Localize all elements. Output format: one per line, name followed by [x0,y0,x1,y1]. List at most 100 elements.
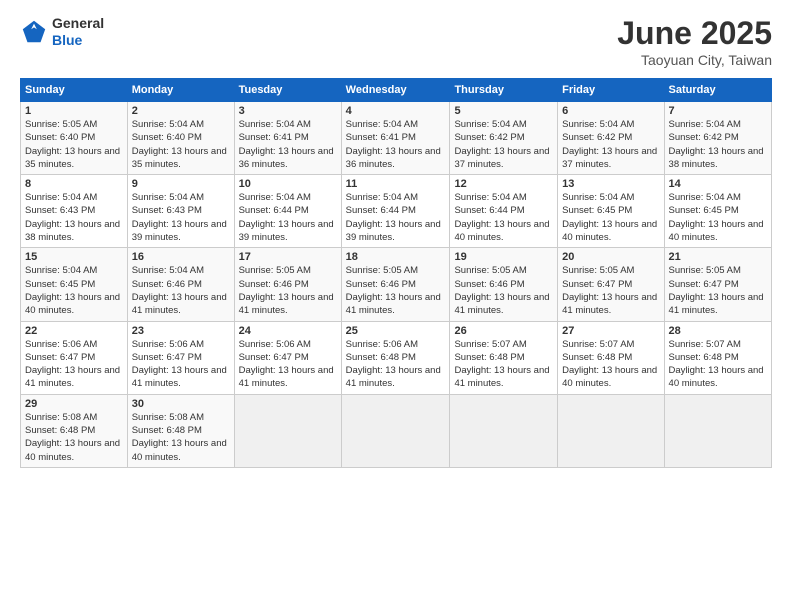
table-row: 3 Sunrise: 5:04 AM Sunset: 6:41 PM Dayli… [234,102,341,175]
day-number: 9 [132,178,230,190]
day-number: 19 [454,251,553,263]
table-row: 8 Sunrise: 5:04 AM Sunset: 6:43 PM Dayli… [21,175,128,248]
day-number: 27 [562,325,659,337]
day-number: 23 [132,325,230,337]
calendar-row: 22 Sunrise: 5:06 AM Sunset: 6:47 PM Dayl… [21,321,772,394]
logo-general-text: General [52,15,104,32]
day-info: Sunrise: 5:04 AM Sunset: 6:46 PM Dayligh… [132,264,230,317]
day-info: Sunrise: 5:05 AM Sunset: 6:46 PM Dayligh… [239,264,337,317]
day-number: 6 [562,105,659,117]
table-row: 12 Sunrise: 5:04 AM Sunset: 6:44 PM Dayl… [450,175,558,248]
logo: General Blue [20,15,104,49]
day-number: 15 [25,251,123,263]
day-number: 24 [239,325,337,337]
table-row [664,394,771,467]
day-info: Sunrise: 5:05 AM Sunset: 6:47 PM Dayligh… [669,264,767,317]
calendar-subtitle: Taoyuan City, Taiwan [617,52,772,68]
day-number: 4 [346,105,446,117]
calendar-title: June 2025 [617,15,772,52]
table-row: 23 Sunrise: 5:06 AM Sunset: 6:47 PM Dayl… [127,321,234,394]
calendar-row: 1 Sunrise: 5:05 AM Sunset: 6:40 PM Dayli… [21,102,772,175]
day-info: Sunrise: 5:06 AM Sunset: 6:48 PM Dayligh… [346,338,446,391]
day-number: 16 [132,251,230,263]
day-info: Sunrise: 5:06 AM Sunset: 6:47 PM Dayligh… [239,338,337,391]
day-info: Sunrise: 5:08 AM Sunset: 6:48 PM Dayligh… [25,411,123,464]
table-row: 25 Sunrise: 5:06 AM Sunset: 6:48 PM Dayl… [341,321,450,394]
table-row: 22 Sunrise: 5:06 AM Sunset: 6:47 PM Dayl… [21,321,128,394]
calendar-row: 8 Sunrise: 5:04 AM Sunset: 6:43 PM Dayli… [21,175,772,248]
day-number: 1 [25,105,123,117]
day-info: Sunrise: 5:06 AM Sunset: 6:47 PM Dayligh… [25,338,123,391]
day-number: 5 [454,105,553,117]
day-number: 20 [562,251,659,263]
table-row: 11 Sunrise: 5:04 AM Sunset: 6:44 PM Dayl… [341,175,450,248]
day-number: 8 [25,178,123,190]
day-info: Sunrise: 5:05 AM Sunset: 6:46 PM Dayligh… [346,264,446,317]
table-row: 29 Sunrise: 5:08 AM Sunset: 6:48 PM Dayl… [21,394,128,467]
table-row: 10 Sunrise: 5:04 AM Sunset: 6:44 PM Dayl… [234,175,341,248]
page: General Blue June 2025 Taoyuan City, Tai… [0,0,792,612]
table-row: 17 Sunrise: 5:05 AM Sunset: 6:46 PM Dayl… [234,248,341,321]
table-row [450,394,558,467]
day-info: Sunrise: 5:04 AM Sunset: 6:44 PM Dayligh… [454,191,553,244]
title-block: June 2025 Taoyuan City, Taiwan [617,15,772,68]
day-number: 10 [239,178,337,190]
day-info: Sunrise: 5:04 AM Sunset: 6:45 PM Dayligh… [669,191,767,244]
header-tuesday: Tuesday [234,79,341,102]
day-number: 11 [346,178,446,190]
table-row: 14 Sunrise: 5:04 AM Sunset: 6:45 PM Dayl… [664,175,771,248]
table-row: 18 Sunrise: 5:05 AM Sunset: 6:46 PM Dayl… [341,248,450,321]
table-row: 20 Sunrise: 5:05 AM Sunset: 6:47 PM Dayl… [558,248,664,321]
day-info: Sunrise: 5:07 AM Sunset: 6:48 PM Dayligh… [454,338,553,391]
calendar-table: Sunday Monday Tuesday Wednesday Thursday… [20,78,772,468]
day-info: Sunrise: 5:07 AM Sunset: 6:48 PM Dayligh… [562,338,659,391]
table-row: 15 Sunrise: 5:04 AM Sunset: 6:45 PM Dayl… [21,248,128,321]
header-sunday: Sunday [21,79,128,102]
table-row: 24 Sunrise: 5:06 AM Sunset: 6:47 PM Dayl… [234,321,341,394]
day-info: Sunrise: 5:04 AM Sunset: 6:43 PM Dayligh… [25,191,123,244]
day-info: Sunrise: 5:08 AM Sunset: 6:48 PM Dayligh… [132,411,230,464]
table-row: 1 Sunrise: 5:05 AM Sunset: 6:40 PM Dayli… [21,102,128,175]
day-number: 17 [239,251,337,263]
day-info: Sunrise: 5:04 AM Sunset: 6:42 PM Dayligh… [562,118,659,171]
day-number: 29 [25,398,123,410]
table-row: 5 Sunrise: 5:04 AM Sunset: 6:42 PM Dayli… [450,102,558,175]
day-number: 13 [562,178,659,190]
day-number: 26 [454,325,553,337]
header-monday: Monday [127,79,234,102]
day-number: 25 [346,325,446,337]
header-saturday: Saturday [664,79,771,102]
logo-blue-text: Blue [52,32,104,49]
day-info: Sunrise: 5:06 AM Sunset: 6:47 PM Dayligh… [132,338,230,391]
table-row: 9 Sunrise: 5:04 AM Sunset: 6:43 PM Dayli… [127,175,234,248]
table-row: 27 Sunrise: 5:07 AM Sunset: 6:48 PM Dayl… [558,321,664,394]
day-number: 30 [132,398,230,410]
day-info: Sunrise: 5:04 AM Sunset: 6:44 PM Dayligh… [346,191,446,244]
table-row: 28 Sunrise: 5:07 AM Sunset: 6:48 PM Dayl… [664,321,771,394]
day-info: Sunrise: 5:05 AM Sunset: 6:46 PM Dayligh… [454,264,553,317]
day-info: Sunrise: 5:04 AM Sunset: 6:41 PM Dayligh… [346,118,446,171]
header-thursday: Thursday [450,79,558,102]
day-number: 3 [239,105,337,117]
day-number: 2 [132,105,230,117]
day-number: 21 [669,251,767,263]
table-row: 26 Sunrise: 5:07 AM Sunset: 6:48 PM Dayl… [450,321,558,394]
table-row [341,394,450,467]
day-info: Sunrise: 5:04 AM Sunset: 6:42 PM Dayligh… [454,118,553,171]
day-info: Sunrise: 5:04 AM Sunset: 6:41 PM Dayligh… [239,118,337,171]
day-info: Sunrise: 5:04 AM Sunset: 6:40 PM Dayligh… [132,118,230,171]
day-info: Sunrise: 5:07 AM Sunset: 6:48 PM Dayligh… [669,338,767,391]
table-row: 4 Sunrise: 5:04 AM Sunset: 6:41 PM Dayli… [341,102,450,175]
day-info: Sunrise: 5:04 AM Sunset: 6:45 PM Dayligh… [25,264,123,317]
header-wednesday: Wednesday [341,79,450,102]
weekday-header-row: Sunday Monday Tuesday Wednesday Thursday… [21,79,772,102]
table-row: 16 Sunrise: 5:04 AM Sunset: 6:46 PM Dayl… [127,248,234,321]
day-number: 12 [454,178,553,190]
table-row: 19 Sunrise: 5:05 AM Sunset: 6:46 PM Dayl… [450,248,558,321]
table-row [234,394,341,467]
logo-icon [20,18,48,46]
day-info: Sunrise: 5:04 AM Sunset: 6:43 PM Dayligh… [132,191,230,244]
day-number: 14 [669,178,767,190]
header: General Blue June 2025 Taoyuan City, Tai… [20,15,772,68]
day-info: Sunrise: 5:05 AM Sunset: 6:47 PM Dayligh… [562,264,659,317]
